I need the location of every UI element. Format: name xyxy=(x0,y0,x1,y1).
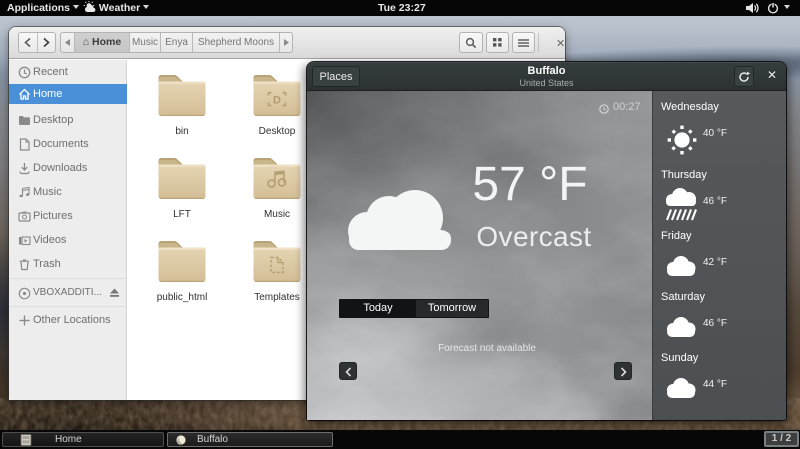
svg-text:D: D xyxy=(273,95,281,107)
